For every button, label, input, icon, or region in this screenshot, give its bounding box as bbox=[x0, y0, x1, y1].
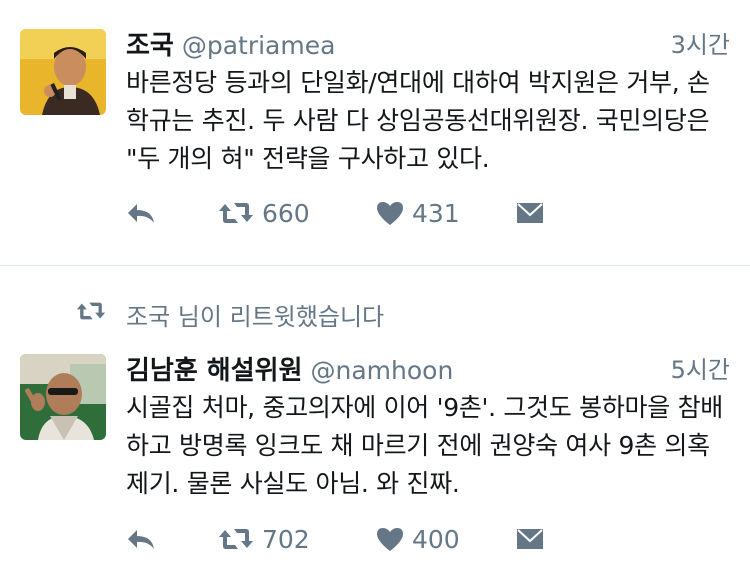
like-count: 400 bbox=[412, 524, 460, 554]
avatar-image bbox=[20, 29, 106, 115]
retweet-icon bbox=[219, 203, 253, 223]
author-name[interactable]: 김남훈 해설위원 bbox=[126, 356, 303, 386]
direct-message-button[interactable] bbox=[516, 193, 544, 233]
tweet-actions: 660 431 bbox=[126, 193, 586, 233]
reply-icon bbox=[128, 204, 154, 223]
retweet-context-label: 조국 님이 리트윗했습니다 bbox=[126, 302, 385, 331]
envelope-icon bbox=[517, 203, 543, 223]
tweet-1[interactable]: 조국 @patriamea 3시간 바른정당 등과의 단일화/연대에 대하여 박지… bbox=[0, 0, 750, 266]
heart-icon bbox=[377, 202, 403, 225]
tweet-text: 바른정당 등과의 단일화/연대에 대하여 박지원은 거부, 손학규는 추진. 두… bbox=[126, 68, 710, 173]
avatar[interactable] bbox=[20, 29, 106, 115]
author-handle[interactable]: @patriamea bbox=[182, 31, 336, 60]
like-button[interactable]: 431 bbox=[376, 193, 460, 233]
like-button[interactable]: 400 bbox=[376, 519, 460, 559]
envelope-icon bbox=[517, 529, 543, 549]
retweet-button[interactable]: 660 bbox=[218, 193, 310, 233]
reply-icon bbox=[128, 530, 154, 549]
like-count: 431 bbox=[412, 198, 460, 228]
avatar[interactable] bbox=[20, 354, 106, 440]
direct-message-button[interactable] bbox=[516, 519, 544, 559]
tweet-header: 김남훈 해설위원 @namhoon 5시간 bbox=[126, 350, 730, 386]
retweet-icon bbox=[219, 529, 253, 549]
retweet-button[interactable]: 702 bbox=[218, 519, 310, 559]
retweet-count: 660 bbox=[262, 198, 310, 228]
reply-button[interactable] bbox=[126, 193, 156, 233]
tweet-header: 조국 @patriamea 3시간 bbox=[126, 25, 730, 61]
retweet-context[interactable]: 조국 님이 리트윗했습니다 bbox=[76, 296, 384, 332]
author-name[interactable]: 조국 bbox=[126, 31, 174, 61]
tweet-2[interactable]: 조국 님이 리트윗했습니다 김남훈 해설위원 @namhoon 5시간 시골집 처… bbox=[0, 266, 750, 585]
author-handle[interactable]: @namhoon bbox=[311, 356, 454, 385]
timestamp[interactable]: 3시간 bbox=[671, 25, 730, 60]
retweet-count: 702 bbox=[262, 524, 310, 554]
tweet-actions: 702 400 bbox=[126, 519, 586, 559]
heart-icon bbox=[377, 528, 403, 551]
avatar-image bbox=[20, 354, 106, 440]
retweet-icon bbox=[76, 300, 106, 328]
reply-button[interactable] bbox=[126, 519, 156, 559]
tweet-text: 시골집 처마, 중고의자에 이어 '9촌'. 그것도 봉하마을 참배하고 방명록… bbox=[126, 393, 723, 498]
timestamp[interactable]: 5시간 bbox=[671, 350, 730, 385]
